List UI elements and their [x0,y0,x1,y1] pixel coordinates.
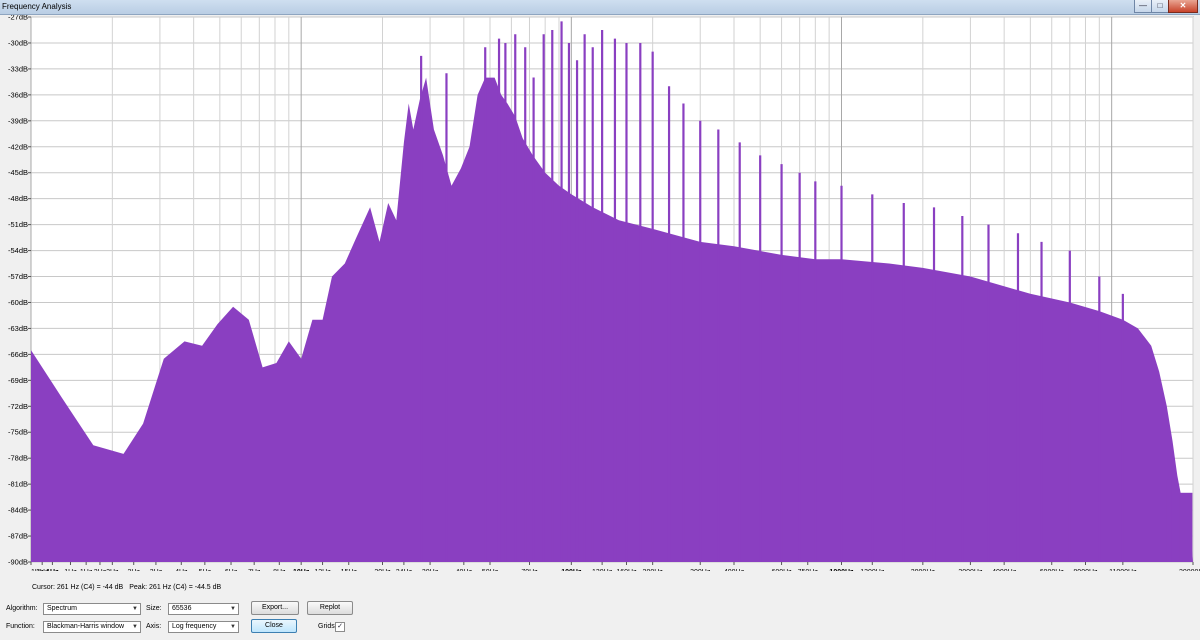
x-tick-label: 30Hz [422,569,439,571]
y-tick-label: -69dB [8,376,28,385]
x-tick-label: 6Hz [225,569,238,571]
algorithm-label: Algorithm: [6,605,38,612]
x-tick-label: 70Hz [521,569,538,571]
spectrum-tail-block [1166,479,1172,562]
x-tick-label: 15Hz [341,569,358,571]
maximize-button[interactable]: □ [1151,0,1169,13]
axis-value: Log frequency [172,623,217,630]
y-tick-label: -42dB [8,142,28,151]
y-tick-label: -75dB [8,428,28,437]
grids-label: Grids [318,623,335,630]
grids-checkbox[interactable]: ✓ [335,622,345,632]
x-tick-label: 8Hz [273,569,286,571]
spectrum-tail-block [1179,492,1193,562]
y-tick-label: -60dB [8,298,28,307]
algorithm-dropdown[interactable]: Spectrum ▼ [43,603,141,615]
x-tick-label: 300Hz [690,569,711,571]
y-tick-label: -84dB [8,506,28,515]
x-tick-label: 2Hz [127,569,140,571]
check-icon: ✓ [337,623,343,630]
size-value: 65536 [172,605,192,612]
function-label: Function: [6,623,35,630]
x-tick-label: 40Hz [456,569,473,571]
minimize-button[interactable]: — [1134,0,1152,13]
x-tick-label: 4Hz [175,569,188,571]
chevron-down-icon: ▼ [132,606,138,612]
x-tick-label: 6000Hz [1040,569,1065,571]
x-tick-label: 160Hz [616,569,637,571]
y-tick-label: -48dB [8,194,28,203]
x-tick-label: 2Hz [94,569,107,571]
chevron-down-icon: ▼ [230,624,236,630]
x-tick-label: 750Hz [798,569,819,571]
size-dropdown[interactable]: 65536 ▼ [168,603,239,615]
replot-button[interactable]: Replot [307,601,353,615]
x-tick-label: 1000Hz [829,569,854,571]
cursor-readout: Cursor: 261 Hz (C4) = -44 dB [32,584,124,591]
y-tick-label: -90dB [8,558,28,567]
x-tick-label: 1Hz [46,569,59,571]
y-tick-label: -36dB [8,90,28,99]
y-tick-label: -57dB [8,272,28,281]
y-tick-label: -51dB [8,220,28,229]
y-tick-label: -66dB [8,350,28,359]
y-tick-label: -30dB [8,38,28,47]
x-tick-label: 100Hz [561,569,582,571]
x-tick-label: 20000Hz [1179,569,1200,571]
y-tick-label: -27dB [8,15,28,22]
x-tick-label: 12Hz [314,569,331,571]
y-axis: -27dB -30dB -33dB -36dB -39dB -42dB -45dB -48dB… [8,15,31,567]
x-tick-label: 11000Hz [1109,569,1137,571]
function-dropdown[interactable]: Blackman-Harris window ▼ [43,621,141,633]
x-tick-label: 1Hz [64,569,77,571]
function-value: Blackman-Harris window [47,623,125,630]
x-tick-label: 130Hz [592,569,613,571]
export-button[interactable]: Export... [251,601,299,615]
x-tick-label: 7Hz [248,569,261,571]
axis-label: Axis: [146,623,162,630]
x-tick-label: 200Hz [643,569,664,571]
close-button[interactable]: Close [251,619,297,633]
y-tick-label: -63dB [8,324,28,333]
x-tick-label: 5Hz [199,569,212,571]
x-tick-label: 4000Hz [992,569,1017,571]
status-row: Cursor: 261 Hz (C4) = -44 dB Peak: 261 H… [32,583,225,592]
x-tick-label: 2Hz [106,569,119,571]
spectrum-chart[interactable]: -27dB -30dB -33dB -36dB -39dB -42dB -45dB -48dB… [0,15,1200,571]
y-tick-label: -39dB [8,116,28,125]
x-tick-label: 400Hz [724,569,745,571]
x-tick-label: 20Hz [374,569,391,571]
x-tick-label: 24Hz [396,569,413,571]
axis-dropdown[interactable]: Log frequency ▼ [168,621,239,633]
x-tick-label: 1300Hz [860,569,885,571]
chevron-down-icon: ▼ [132,624,138,630]
close-window-button[interactable]: ✕ [1168,0,1198,13]
y-tick-label: -81dB [8,480,28,489]
x-tick-label: 3Hz [150,569,163,571]
spectrum-plot[interactable]: -27dB -30dB -33dB -36dB -39dB -42dB -45dB -48dB… [0,15,1200,571]
x-tick-label: 1Hz [80,569,93,571]
y-tick-label: -45dB [8,168,28,177]
title-bar: Frequency Analysis — □ ✕ [0,0,1200,15]
x-tick-label: 3000Hz [958,569,983,571]
y-tick-label: -87dB [8,532,28,541]
y-tick-label: -54dB [8,246,28,255]
x-tick-label: 2000Hz [911,569,936,571]
x-tick-label: 10Hz [293,569,310,571]
x-tick-label: 8000Hz [1073,569,1098,571]
x-tick-label: 600Hz [771,569,792,571]
chevron-down-icon: ▼ [230,606,236,612]
y-tick-label: -33dB [8,64,28,73]
y-tick-label: -72dB [8,402,28,411]
algorithm-value: Spectrum [47,605,77,612]
x-axis: 1Hz1Hz1Hz1Hz1Hz2Hz2Hz2Hz3Hz4Hz5Hz6Hz7Hz8… [30,562,1200,571]
window-title: Frequency Analysis [2,2,72,11]
size-label: Size: [146,605,162,612]
y-tick-label: -78dB [8,454,28,463]
peak-readout: Peak: 261 Hz (C4) = -44.5 dB [129,584,222,591]
x-tick-label: 50Hz [482,569,499,571]
